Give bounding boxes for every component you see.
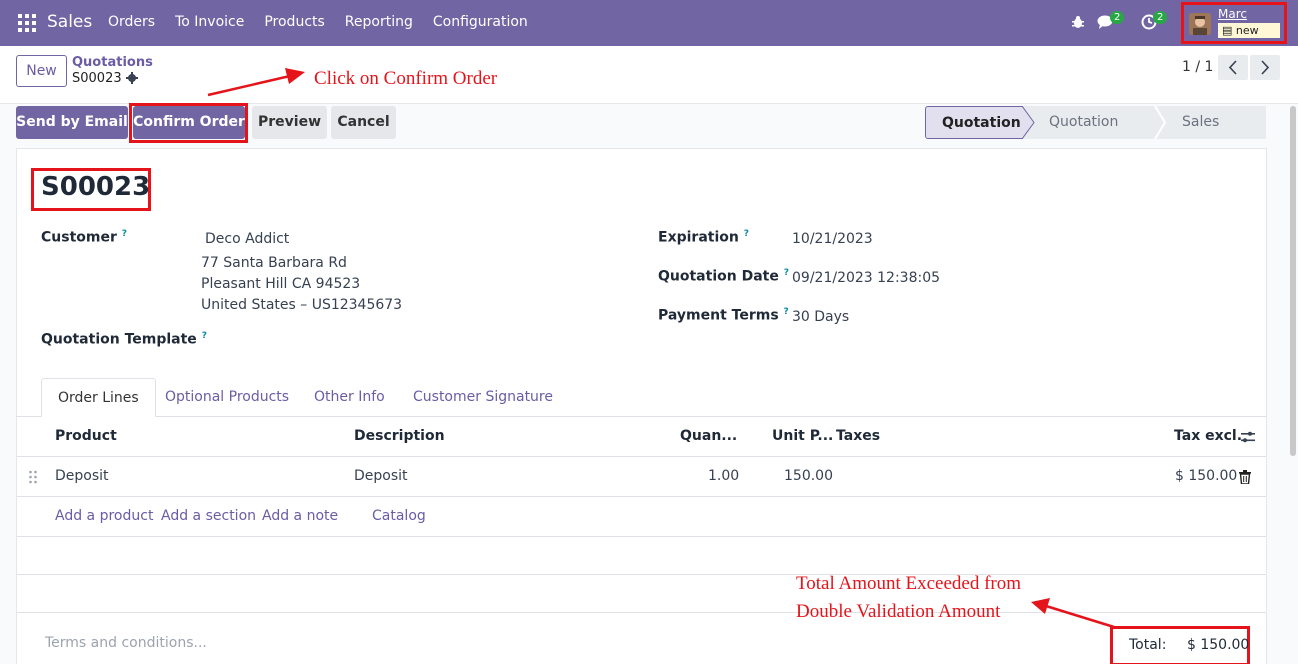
annotation-arrow-icon bbox=[1031, 598, 1115, 629]
add-line-row: Add a product Add a section Add a note C… bbox=[17, 497, 1266, 537]
user-avatar bbox=[1189, 13, 1211, 35]
col-unit-price[interactable]: Unit P... bbox=[772, 428, 833, 444]
pager-value[interactable]: 1 / 1 bbox=[1182, 59, 1213, 75]
stage-separators bbox=[1022, 106, 1167, 139]
new-button[interactable]: New bbox=[16, 55, 67, 87]
annotation-total: Total Amount Exceeded from Double Valida… bbox=[796, 570, 1021, 626]
scrollbar[interactable] bbox=[1290, 106, 1296, 456]
main-menu: Orders To Invoice Products Reporting Con… bbox=[108, 14, 548, 30]
expiration-label-text: Expiration bbox=[658, 229, 739, 246]
tab-order-lines[interactable]: Order Lines bbox=[41, 378, 156, 417]
menu-configuration[interactable]: Configuration bbox=[433, 14, 528, 30]
preview-button[interactable]: Preview bbox=[252, 106, 327, 139]
menu-reporting[interactable]: Reporting bbox=[345, 14, 413, 30]
menu-orders[interactable]: Orders bbox=[108, 14, 155, 30]
help-mark[interactable]: ? bbox=[744, 229, 749, 239]
top-navbar: Sales Orders To Invoice Products Reporti… bbox=[0, 0, 1298, 46]
activity-count-badge: 2 bbox=[1153, 11, 1168, 24]
customer-address-line3: United States – US12345673 bbox=[201, 297, 403, 313]
database-tag: ▤ new bbox=[1218, 23, 1280, 38]
order-lines-header: Product Description Quan... Unit P... Ta… bbox=[17, 417, 1266, 457]
quotation-date-label: Quotation Date ? bbox=[658, 268, 789, 285]
template-label-text: Quotation Template bbox=[41, 331, 197, 348]
menu-to-invoice[interactable]: To Invoice bbox=[175, 14, 244, 30]
empty-row bbox=[17, 537, 1266, 575]
menu-products[interactable]: Products bbox=[264, 14, 324, 30]
notebook-tabs: Order Lines Optional Products Other Info… bbox=[16, 378, 1267, 417]
annotation-total-line1: Total Amount Exceeded from bbox=[796, 573, 1022, 594]
cell-tax-excl: $ 150.00 bbox=[1175, 468, 1238, 484]
add-section-link[interactable]: Add a section bbox=[161, 508, 256, 524]
help-mark[interactable]: ? bbox=[784, 307, 789, 317]
pager-next-button[interactable] bbox=[1250, 55, 1280, 80]
col-product[interactable]: Product bbox=[55, 428, 117, 444]
catalog-link[interactable]: Catalog bbox=[372, 508, 426, 524]
add-product-link[interactable]: Add a product bbox=[55, 508, 153, 524]
send-by-email-button[interactable]: Send by Email bbox=[16, 106, 128, 139]
trash-icon[interactable] bbox=[1239, 470, 1251, 484]
help-mark[interactable]: ? bbox=[784, 268, 789, 278]
customer-name[interactable]: Deco Addict bbox=[205, 231, 289, 247]
breadcrumb-current: S00023 bbox=[72, 71, 122, 86]
table-row[interactable]: Deposit Deposit 1.00 150.00 $ 150.00 bbox=[17, 457, 1266, 497]
col-description[interactable]: Description bbox=[354, 428, 445, 444]
drag-handle-icon[interactable] bbox=[28, 470, 38, 484]
bug-icon[interactable] bbox=[1071, 15, 1085, 29]
gear-icon[interactable] bbox=[126, 72, 138, 84]
apps-menu-icon[interactable] bbox=[18, 14, 36, 32]
quotation-template-label: Quotation Template ? bbox=[41, 331, 207, 348]
add-note-link[interactable]: Add a note bbox=[262, 508, 338, 524]
database-name: new bbox=[1235, 24, 1259, 37]
confirm-highlight bbox=[129, 103, 248, 143]
payment-terms-label: Payment Terms ? bbox=[658, 307, 789, 324]
database-icon: ▤ bbox=[1222, 24, 1233, 37]
user-menu[interactable]: Marc Demo ▤ new bbox=[1181, 2, 1287, 44]
tab-customer-signature[interactable]: Customer Signature bbox=[397, 378, 569, 417]
customer-label-text: Customer bbox=[41, 229, 117, 246]
col-taxes[interactable]: Taxes bbox=[836, 428, 880, 444]
quotation-date-field[interactable]: 09/21/2023 12:38:05 bbox=[792, 270, 940, 286]
stage-quotation[interactable]: Quotation bbox=[925, 106, 1023, 139]
pager-prev-button[interactable] bbox=[1218, 55, 1248, 80]
record-name: S00023 bbox=[41, 172, 151, 202]
terms-label-text: Payment Terms bbox=[658, 307, 779, 324]
app-name[interactable]: Sales bbox=[47, 12, 92, 32]
annotation-confirm: Click on Confirm Order bbox=[314, 68, 498, 89]
expiration-field[interactable]: 10/21/2023 bbox=[792, 231, 873, 247]
payment-terms-field[interactable]: 30 Days bbox=[792, 309, 849, 325]
cell-unit-price[interactable]: 150.00 bbox=[784, 468, 833, 484]
chat-count-badge: 2 bbox=[1110, 11, 1125, 24]
customer-address-line2: Pleasant Hill CA 94523 bbox=[201, 276, 361, 292]
total-label: Total: bbox=[1129, 637, 1167, 653]
date-label-text: Quotation Date bbox=[658, 268, 779, 285]
cancel-button[interactable]: Cancel bbox=[331, 106, 396, 139]
chevron-left-icon bbox=[1228, 60, 1237, 75]
annotation-total-line2: Double Validation Amount bbox=[796, 601, 1001, 622]
expiration-label: Expiration ? bbox=[658, 229, 749, 246]
cell-quantity[interactable]: 1.00 bbox=[708, 468, 739, 484]
customer-label: Customer ? bbox=[41, 229, 127, 246]
column-settings-icon[interactable] bbox=[1241, 430, 1255, 444]
help-mark[interactable]: ? bbox=[202, 331, 207, 341]
cell-description[interactable]: Deposit bbox=[354, 468, 408, 484]
customer-address-line1: 77 Santa Barbara Rd bbox=[201, 255, 347, 271]
cell-product[interactable]: Deposit bbox=[55, 468, 109, 484]
help-mark[interactable]: ? bbox=[122, 229, 127, 239]
col-tax-excl[interactable]: Tax excl. bbox=[1174, 428, 1242, 444]
tab-other-info[interactable]: Other Info bbox=[298, 378, 401, 417]
terms-input[interactable]: Terms and conditions... bbox=[45, 635, 207, 651]
chevron-right-icon bbox=[1261, 60, 1270, 75]
annotation-arrow-icon bbox=[207, 68, 305, 97]
total-value: $ 150.00 bbox=[1187, 637, 1250, 653]
col-quantity[interactable]: Quan... bbox=[680, 428, 737, 444]
control-panel: New Quotations S00023 Click on Confirm O… bbox=[0, 46, 1298, 104]
tab-optional-products[interactable]: Optional Products bbox=[149, 378, 305, 417]
breadcrumb-quotations[interactable]: Quotations bbox=[72, 55, 153, 70]
